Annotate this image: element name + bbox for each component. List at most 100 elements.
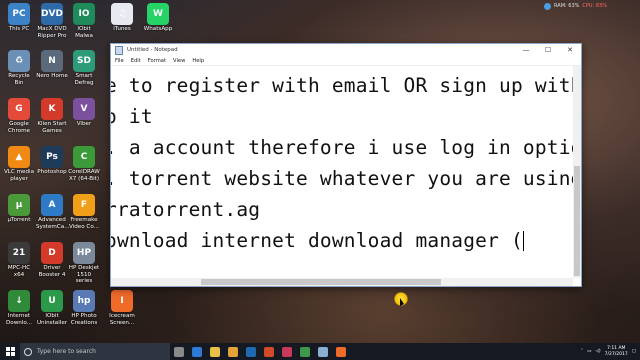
desktop-icon-label: Advanced SystemCa...	[36, 217, 70, 230]
text-line: . torrent website whatever you are using	[111, 167, 573, 190]
menu-view[interactable]: View	[173, 58, 185, 64]
notification-icon[interactable]: ▢	[632, 349, 636, 354]
taskbar-photoshop-button[interactable]	[242, 343, 260, 360]
taskbar-file-explorer-button[interactable]	[206, 343, 224, 360]
desktop-icon[interactable]: U IObit Uninstaller	[36, 290, 68, 326]
desktop-icon-label: Google Chrome	[8, 121, 30, 134]
desktop-icon[interactable]: hp HP Photo Creations	[68, 290, 100, 326]
text-line: o it	[111, 105, 153, 128]
minimize-button[interactable]: —	[515, 44, 537, 56]
title-bar[interactable]: Untitled - Notepad — ☐ ✕	[111, 44, 581, 56]
desktop-icon[interactable]: ♫ iTunes	[106, 3, 138, 33]
menu-format[interactable]: Format	[148, 58, 166, 64]
desktop-icon[interactable]: C CorelDRAW X7 (64-Bit)	[68, 146, 100, 182]
app-icon: A	[41, 194, 63, 216]
taskbar-app-green-button[interactable]	[296, 343, 314, 360]
volume-icon[interactable]: ◁)	[595, 349, 600, 354]
desktop-icon-label: Klien Start Games	[37, 121, 67, 134]
mouse-cursor-highlight	[394, 292, 408, 306]
search-placeholder: Type here to search	[37, 348, 96, 355]
notepad-icon	[115, 45, 123, 55]
vertical-scroll-thumb[interactable]	[574, 166, 580, 276]
desktop-icon-label: This PC	[8, 26, 30, 32]
desktop-icon[interactable]: PC This PC	[3, 3, 35, 33]
system-tray: ˄ ▭ ◁) 7:11 AM 7/27/2017 ▢	[581, 343, 640, 360]
menu-file[interactable]: File	[115, 58, 124, 64]
icecream-icon	[336, 346, 346, 357]
horizontal-scroll-thumb[interactable]	[201, 279, 441, 285]
video-app-icon	[282, 346, 292, 357]
menu-bar: File Edit Format View Help	[111, 56, 581, 66]
clock-date: 7/27/2017	[604, 351, 628, 357]
vertical-scrollbar[interactable]	[573, 66, 581, 278]
desktop-icon[interactable]: SD Smart Defrag	[68, 50, 100, 86]
desktop-icon[interactable]: A Advanced SystemCa...	[36, 194, 70, 230]
desktop-icon[interactable]: F Freemake Video Co...	[68, 194, 100, 230]
desktop-icon[interactable]: HP HP Deskjet 1510 series	[68, 242, 100, 285]
app-icon: K	[41, 98, 63, 120]
desktop-icon[interactable]: V Viber	[68, 98, 100, 128]
app-icon: V	[73, 98, 95, 120]
desktop-icon[interactable]: K Klien Start Games	[36, 98, 68, 134]
desktop-icon[interactable]: µ µTorrent	[3, 194, 35, 224]
app-green-icon	[300, 346, 310, 357]
desktop-icon[interactable]: I Icecream Screen...	[106, 290, 138, 326]
app-icon: HP	[73, 242, 95, 264]
close-button[interactable]: ✕	[559, 44, 581, 56]
clock-time: 7:11 AM	[606, 345, 626, 351]
desktop-icon[interactable]: IO IObit Malwa	[68, 3, 100, 39]
network-icon[interactable]: ▭	[587, 349, 591, 354]
app-icon: ▲	[8, 146, 30, 168]
desktop-icon[interactable]: ♻ Recycle Bin	[3, 50, 35, 86]
taskbar-task-view-button[interactable]	[170, 343, 188, 360]
taskbar-notepad-button[interactable]	[314, 343, 332, 360]
chevron-up-icon[interactable]: ˄	[581, 349, 583, 354]
desktop-icon[interactable]: N Nero Home	[36, 50, 68, 80]
desktop-icon-label: CorelDRAW X7 (64-Bit)	[68, 169, 100, 182]
desktop-icon[interactable]: D Driver Booster 4	[36, 242, 68, 278]
desktop-icon[interactable]: 21 MPC-HC x64	[3, 242, 35, 278]
desktop-icon-label: Viber	[76, 121, 92, 127]
text-line: . a account therefore i use log in optio…	[111, 136, 573, 159]
notepad-window[interactable]: Untitled - Notepad — ☐ ✕ File Edit Forma…	[110, 43, 582, 287]
taskbar-edge-button[interactable]	[188, 343, 206, 360]
menu-help[interactable]: Help	[192, 58, 204, 64]
desktop-icon[interactable]: DVD MacX DVD Ripper Pro	[36, 3, 68, 39]
app-icon: ↓	[8, 290, 30, 312]
desktop-icon-label: HP Photo Creations	[70, 313, 98, 326]
desktop-icon[interactable]: G Google Chrome	[3, 98, 35, 134]
desktop-icon-label: WhatsApp	[143, 26, 173, 32]
system-monitor-widget: RAM: 63% CPU: 83%	[544, 0, 640, 12]
desktop-icon-label: MacX DVD Ripper Pro	[37, 26, 67, 39]
desktop-icon[interactable]: ↓ Internet Downlo...	[3, 290, 35, 326]
app-icon: ♻	[8, 50, 30, 72]
desktop-icon[interactable]: W WhatsApp	[142, 3, 174, 33]
file-explorer-icon	[210, 346, 220, 357]
desktop-icon[interactable]: ▲ VLC media player	[3, 146, 35, 182]
desktop-icon-label: iTunes	[113, 26, 131, 32]
taskbar-icecream-button[interactable]	[332, 343, 350, 360]
app-icon: F	[73, 194, 95, 216]
maximize-button[interactable]: ☐	[537, 44, 559, 56]
clock[interactable]: 7:11 AM 7/27/2017	[605, 346, 628, 358]
app-icon: C	[73, 146, 95, 168]
start-button[interactable]	[0, 343, 20, 360]
taskbar-powerpoint-button[interactable]	[260, 343, 278, 360]
taskbar-search-box[interactable]: Type here to search	[20, 343, 170, 360]
horizontal-scrollbar[interactable]	[111, 278, 573, 286]
app-icon: 21	[8, 242, 30, 264]
app-icon: W	[147, 3, 169, 25]
desktop-icon-label: µTorrent	[7, 217, 31, 223]
text-line: e to register with email OR sign up with…	[111, 74, 573, 97]
text-area[interactable]: e to register with email OR sign up with…	[111, 66, 573, 278]
app-icon: PC	[8, 3, 30, 25]
desktop-icon[interactable]: Ps Photoshop	[36, 146, 68, 176]
menu-edit[interactable]: Edit	[131, 58, 141, 64]
powerpoint-icon	[264, 346, 274, 357]
taskbar-video-app-button[interactable]	[278, 343, 296, 360]
desktop-icon-label: IObit Uninstaller	[36, 313, 68, 326]
app-icon: D	[41, 242, 63, 264]
desktop-icon-label: Nero Home	[36, 73, 68, 79]
window-title: Untitled - Notepad	[127, 47, 178, 53]
taskbar-chrome-button[interactable]	[224, 343, 242, 360]
